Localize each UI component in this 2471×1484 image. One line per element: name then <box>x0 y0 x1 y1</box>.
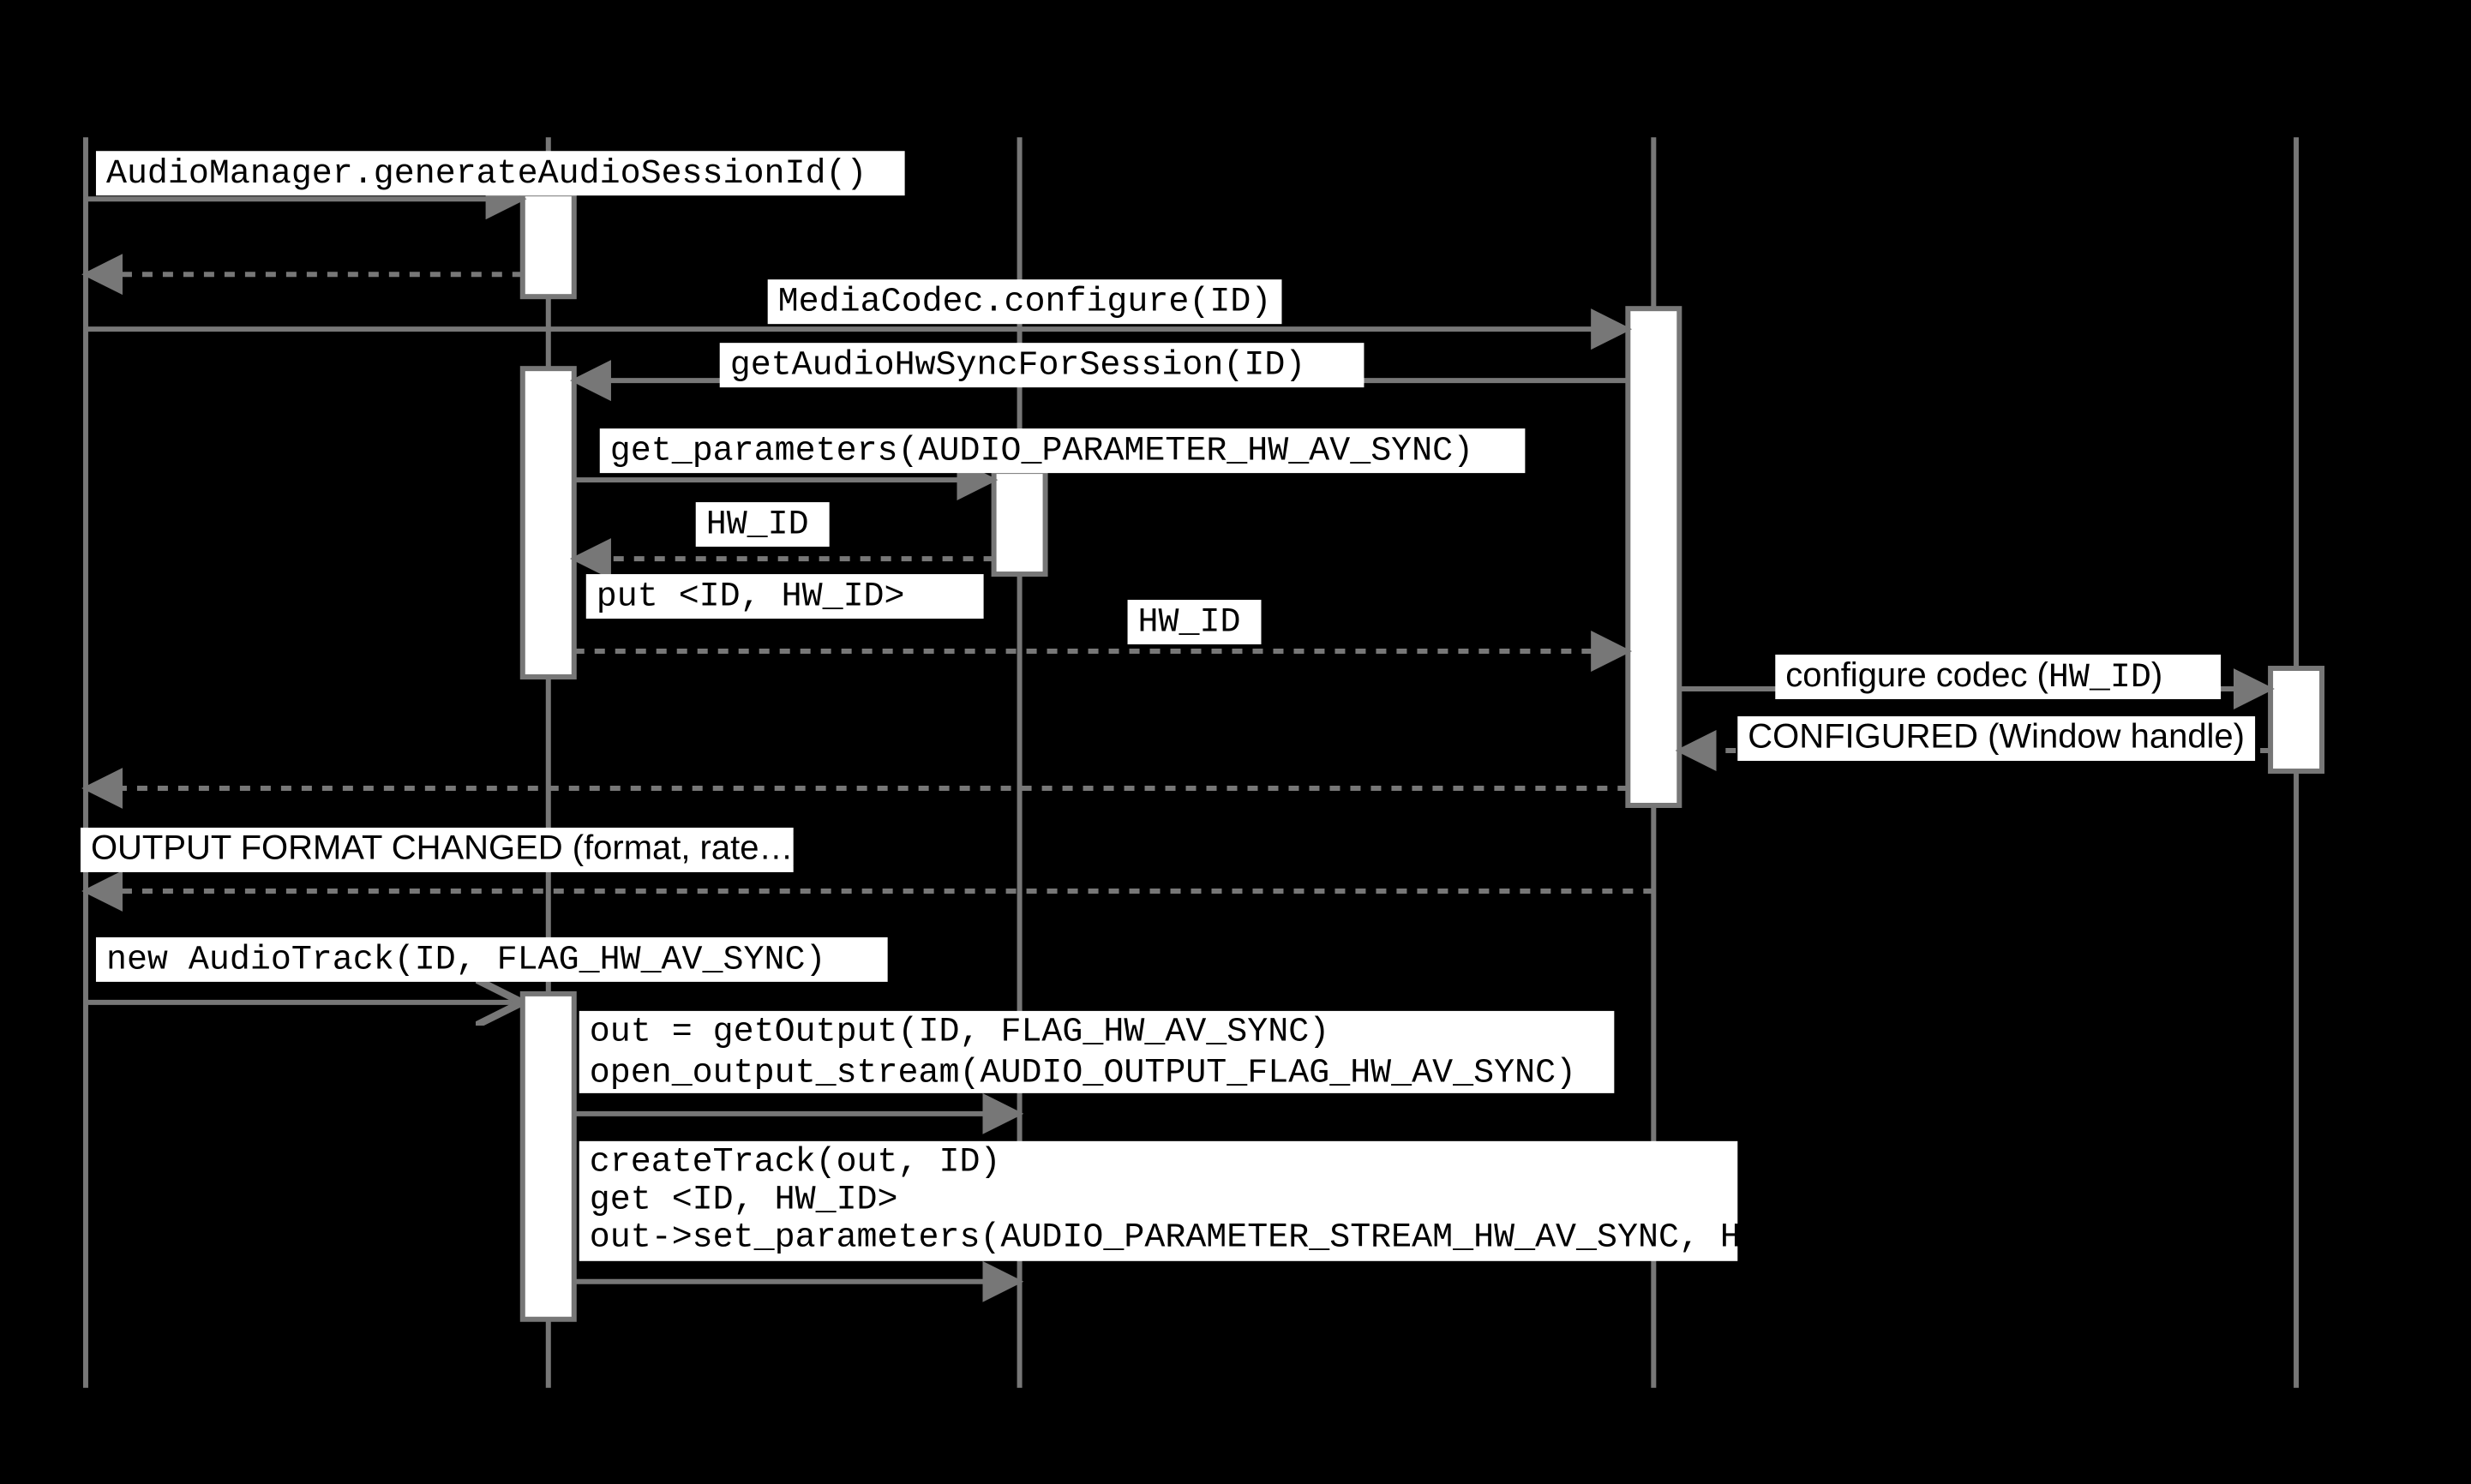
msg-mediacodec-configure-label: MediaCodec.configure(ID) <box>778 284 1272 322</box>
msg-set-parameters-label: out->set_parameters(AUDIO_PARAMETER_STRE… <box>590 1218 1844 1257</box>
msg-open-output-stream-label: open_output_stream(AUDIO_OUTPUT_FLAG_HW_… <box>590 1054 1576 1092</box>
activation-audioflinger-3 <box>523 994 574 1319</box>
msg-new-audiotrack-label: new AudioTrack(ID, FLAG_HW_AV_SYNC) <box>106 941 825 979</box>
msg-get-hw-sync-label: getAudioHwSyncForSession(ID) <box>730 347 1306 386</box>
msg-configure-codec-label: configure codec (HW_ID) <box>1785 656 2162 697</box>
msg-put-id-label: put <ID, HW_ID> <box>597 578 905 617</box>
msg-create-track-label: createTrack(out, ID) <box>590 1143 1001 1182</box>
sequence-diagram: AudioManager.generateAudioSessionId() Me… <box>0 0 2471 1484</box>
msg-configured-label: CONFIGURED (Window handle) <box>1748 718 2245 756</box>
msg-output-format-changed-label: OUTPUT FORMAT CHANGED (format, rate…) <box>91 829 805 867</box>
activation-audioflinger-2 <box>523 368 574 677</box>
activation-mediacodec <box>1628 308 1679 805</box>
msg-hwid-return-label: HW_ID <box>706 506 809 545</box>
msg-generate-session-id-label: AudioManager.generateAudioSessionId() <box>106 155 867 194</box>
msg-get-output-label: out = getOutput(ID, FLAG_HW_AV_SYNC) <box>590 1013 1329 1051</box>
activation-audioflinger-1 <box>523 194 574 296</box>
msg-get-parameters-label: get_parameters(AUDIO_PARAMETER_HW_AV_SYN… <box>610 433 1473 471</box>
activation-audiohal <box>994 471 1046 574</box>
msg-hwid-to-mediacodec-label: HW_ID <box>1138 604 1241 643</box>
activation-tunnelhal <box>2270 668 2322 771</box>
msg-get-id-hw-label: get <ID, HW_ID> <box>590 1181 898 1219</box>
